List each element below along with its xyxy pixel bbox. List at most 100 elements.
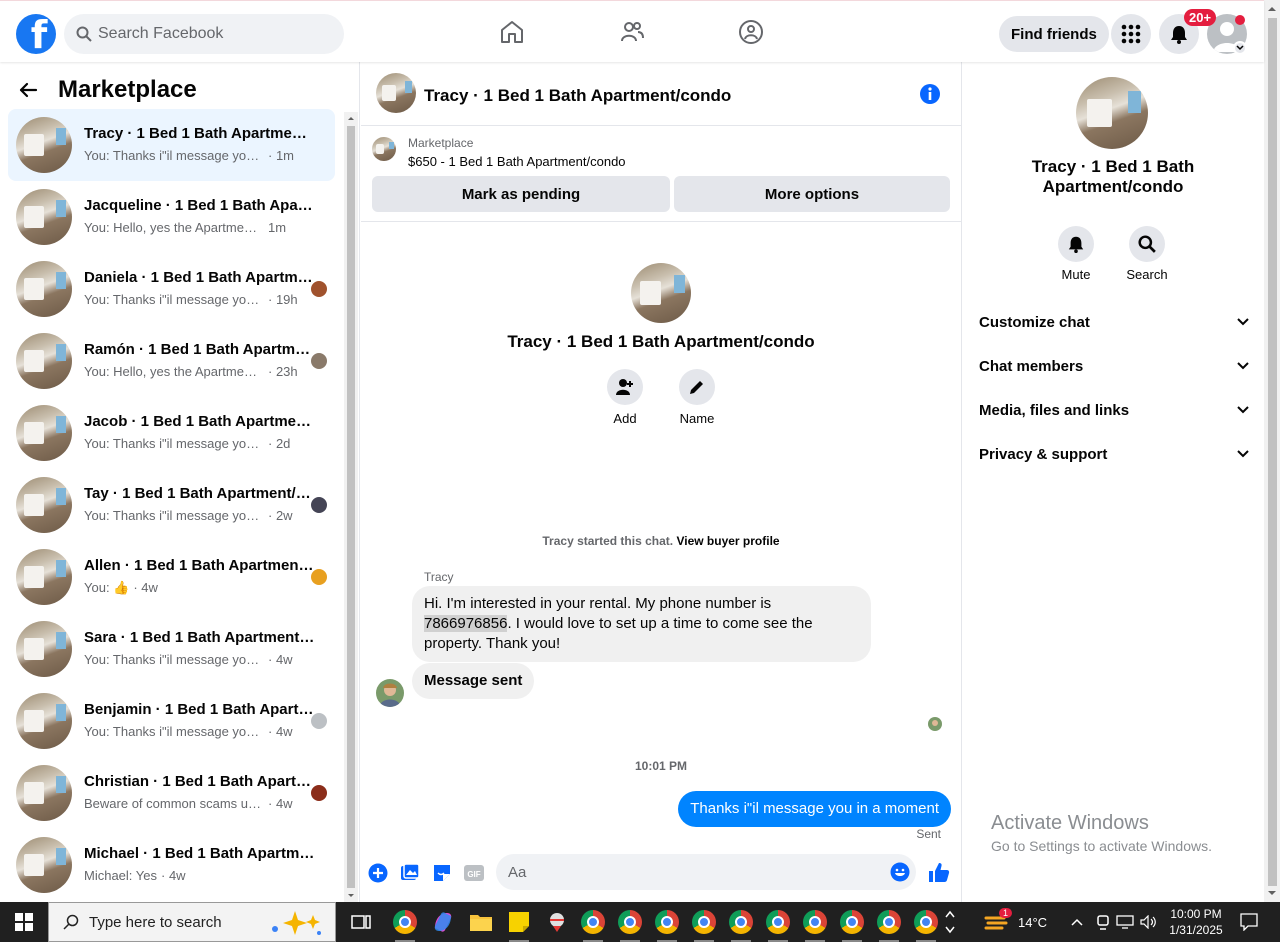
preview-time: · 4w xyxy=(133,580,158,595)
info-icon[interactable] xyxy=(919,83,941,108)
conversation-item[interactable]: Christian · 1 Bed 1 Bath Apartment/condo… xyxy=(8,757,335,829)
task-view-icon[interactable] xyxy=(346,907,376,937)
incoming-message-sent[interactable]: Message sent xyxy=(412,663,535,699)
home-icon[interactable] xyxy=(497,17,527,47)
plus-circle-icon[interactable] xyxy=(367,862,389,884)
copilot-icon[interactable] xyxy=(428,907,458,937)
conversation-item[interactable]: Ramón · 1 Bed 1 Bath Apartment/condo You:… xyxy=(8,325,335,397)
menu-grid-icon[interactable] xyxy=(1111,14,1151,54)
details-section-row[interactable]: Chat members xyxy=(979,344,1249,388)
tray-chevron-up-icon[interactable] xyxy=(1066,907,1088,937)
message-input[interactable] xyxy=(508,863,868,881)
system-clock[interactable]: 10:00 PM 1/31/2025 xyxy=(1166,906,1226,938)
chrome-window-icon[interactable] xyxy=(578,907,608,942)
chat-avatar[interactable] xyxy=(376,73,416,113)
incoming-message[interactable]: Hi. I'm interested in your rental. My ph… xyxy=(412,586,871,662)
chevron-down-icon[interactable] xyxy=(1233,41,1247,55)
volume-icon[interactable] xyxy=(1138,907,1160,937)
timestamp-separator: 10:01 PM xyxy=(634,759,688,773)
chrome-window-icon[interactable] xyxy=(800,907,830,942)
conversation-item[interactable]: Michael · 1 Bed 1 Bath Apartment/condo Mi… xyxy=(8,829,335,901)
friends-icon[interactable] xyxy=(617,17,647,47)
chrome-window-icon[interactable] xyxy=(874,907,904,942)
search-highlight-icon[interactable] xyxy=(265,909,325,937)
chat-details-panel: Tracy · 1 Bed 1 Bath Apartment/condo Mut… xyxy=(963,62,1264,902)
conversation-scrollbar[interactable] xyxy=(344,112,358,902)
listing-price[interactable]: $650 - 1 Bed 1 Bath Apartment/condo xyxy=(408,154,626,169)
chrome-window-icon[interactable] xyxy=(837,907,867,942)
taskbar-search[interactable] xyxy=(48,902,336,942)
meet-now-icon[interactable] xyxy=(1092,907,1114,937)
thumbs-up-icon[interactable] xyxy=(928,861,950,883)
weather-temperature[interactable]: 14°C xyxy=(1018,915,1047,930)
started-text: Tracy started this chat. xyxy=(542,534,674,548)
page-scrollbar[interactable] xyxy=(1264,0,1280,902)
taskbar-scroll-arrows[interactable] xyxy=(940,907,960,937)
chat-title[interactable]: Tracy · 1 Bed 1 Bath Apartment/condo xyxy=(424,86,731,106)
read-receipt-avatar xyxy=(311,281,327,297)
message-text-end: property. Thank you! xyxy=(424,635,561,652)
chrome-window-icon[interactable] xyxy=(689,907,719,942)
conversation-item[interactable]: Jacqueline · 1 Bed 1 Bath Apartment/cond… xyxy=(8,181,335,253)
conversation-name: Allen · 1 Bed 1 Bath Apartment/condo xyxy=(84,557,316,574)
facebook-search[interactable] xyxy=(64,14,344,54)
back-arrow-icon[interactable] xyxy=(18,80,38,100)
details-section-row[interactable]: Customize chat xyxy=(979,300,1249,344)
facebook-logo[interactable]: f xyxy=(16,14,56,54)
details-section-label: Customize chat xyxy=(979,313,1090,331)
sender-avatar[interactable] xyxy=(376,679,404,707)
conversation-preview: You: Thanks i"il message you i... · 19h xyxy=(84,292,298,307)
conversation-thumbnail xyxy=(16,333,72,389)
conversation-item[interactable]: Benjamin · 1 Bed 1 Bath Apartment/condo Y… xyxy=(8,685,335,757)
groups-icon[interactable] xyxy=(736,17,766,47)
listing-thumbnail[interactable] xyxy=(372,137,396,161)
notification-center-icon[interactable] xyxy=(1234,907,1264,937)
taskbar-search-input[interactable] xyxy=(89,913,249,931)
outgoing-message[interactable]: Thanks i"il message you in a moment xyxy=(678,791,951,827)
conversation-item[interactable]: Tracy · 1 Bed 1 Bath Apartment/condo You:… xyxy=(8,109,335,181)
mute-button[interactable] xyxy=(1058,226,1094,262)
details-title-line2: Apartment/condo xyxy=(1042,177,1184,196)
conversation-preview: You: Thanks i"il message you in a ... · 2… xyxy=(84,436,290,451)
details-section-row[interactable]: Privacy & support xyxy=(979,432,1249,476)
network-icon[interactable] xyxy=(1114,907,1136,937)
conversation-item[interactable]: Allen · 1 Bed 1 Bath Apartment/condo You:… xyxy=(8,541,335,613)
sticky-notes-icon[interactable] xyxy=(504,907,534,942)
file-explorer-icon[interactable] xyxy=(466,907,496,937)
preview-text: You: Hello, yes the Apartment i... xyxy=(84,364,264,379)
chrome-window-icon[interactable] xyxy=(763,907,793,942)
find-friends-button[interactable]: Find friends xyxy=(999,16,1109,52)
more-options-button[interactable]: More options xyxy=(674,176,950,212)
chrome-window-icon[interactable] xyxy=(911,907,941,942)
chrome-window-icon[interactable] xyxy=(615,907,645,942)
read-receipt-avatar xyxy=(311,497,327,513)
view-buyer-profile-link[interactable]: View buyer profile xyxy=(676,534,779,548)
snipping-tool-icon[interactable] xyxy=(542,907,572,937)
details-section-row[interactable]: Media, files and links xyxy=(979,388,1249,432)
photo-icon[interactable] xyxy=(399,862,421,884)
message-input-box[interactable] xyxy=(496,854,916,890)
weather-alert-badge: 1 xyxy=(999,908,1013,918)
conversation-item[interactable]: Jacob · 1 Bed 1 Bath Apartment/condo You:… xyxy=(8,397,335,469)
details-avatar[interactable] xyxy=(1076,77,1148,149)
windows-start-icon[interactable] xyxy=(0,902,48,942)
preview-text: You: Thanks i"il message you i... xyxy=(84,292,264,307)
chrome-window-icon[interactable] xyxy=(652,907,682,942)
conversation-item[interactable]: Daniela · 1 Bed 1 Bath Apartment/condo Yo… xyxy=(8,253,335,325)
inbox-header: Marketplace xyxy=(18,76,197,104)
phone-number[interactable]: 7866976856 xyxy=(424,615,508,632)
add-person-button[interactable] xyxy=(607,369,643,405)
conversation-item[interactable]: Sara · 1 Bed 1 Bath Apartment/condo You: … xyxy=(8,613,335,685)
chrome-window-icon[interactable] xyxy=(726,907,756,942)
mark-as-pending-button[interactable]: Mark as pending xyxy=(372,176,670,212)
search-chat-button[interactable] xyxy=(1129,226,1165,262)
gif-icon[interactable]: GIF xyxy=(463,862,485,884)
edit-name-button[interactable] xyxy=(679,369,715,405)
conversation-item[interactable]: Tay · 1 Bed 1 Bath Apartment/condo You: T… xyxy=(8,469,335,541)
chrome-profile-m-icon[interactable] xyxy=(390,907,420,942)
search-input[interactable] xyxy=(98,25,318,43)
conversation-preview: You: Thanks i"il message you in ... · 2w xyxy=(84,508,293,523)
emoji-icon[interactable] xyxy=(890,862,910,882)
sticker-icon[interactable] xyxy=(431,862,453,884)
chat-profile-avatar[interactable] xyxy=(631,263,691,323)
